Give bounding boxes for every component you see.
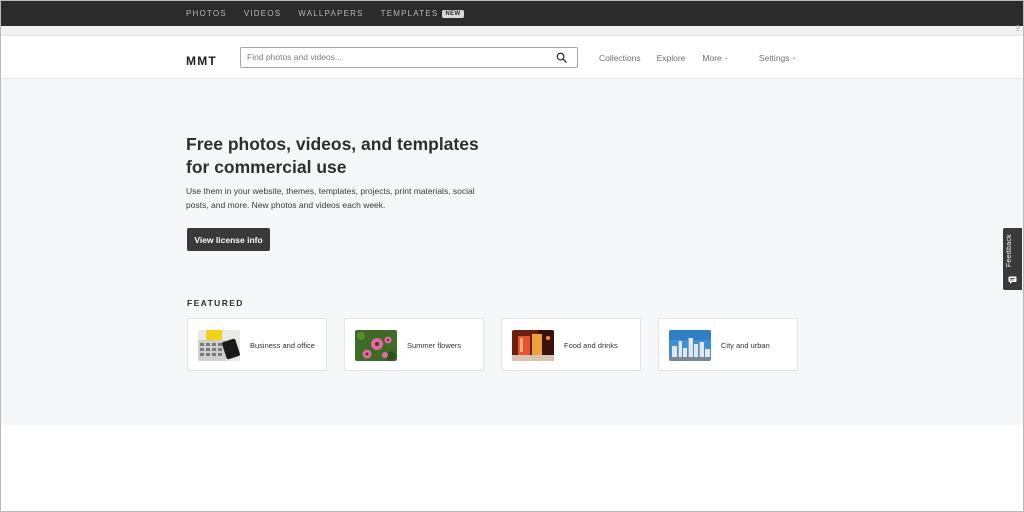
category-link-label: WALLPAPERS [298,9,364,18]
card-label: Summer flowers [407,341,462,350]
nav-label: Collections [599,53,641,63]
nav-collections[interactable]: Collections [599,53,641,63]
view-license-button[interactable]: View license info [187,228,270,251]
category-link-photos[interactable]: PHOTOS [186,9,227,18]
hero-section: Free photos, videos, and templates for c… [1,79,1023,425]
category-link-label: PHOTOS [186,9,227,18]
featured-heading: FEATURED [187,298,244,308]
nav-more[interactable]: More ⌄ [702,53,728,63]
nav-label: More [702,53,722,63]
new-badge: NEW [442,9,464,18]
card-label: Food and drinks [564,341,618,350]
nav-settings[interactable]: Settings ⌄ [759,53,797,63]
nav-label: Explore [656,53,686,63]
notice-strip: ? [1,24,1023,36]
browser-viewport: PHOTOS VIDEOS WALLPAPERS TEMPLATES NEW ? … [0,0,1024,512]
featured-card-city[interactable]: City and urban [658,318,798,371]
chevron-down-icon: ⌄ [723,54,729,61]
city-urban-thumbnail [669,330,711,361]
site-logo[interactable]: MMT [186,54,217,68]
food-drinks-thumbnail [512,330,554,361]
chevron-down-icon: ⌄ [791,54,797,61]
category-link-label: VIDEOS [243,9,282,18]
summer-flowers-thumbnail [355,330,397,361]
nav-label: Settings [758,53,790,63]
business-office-thumbnail [198,330,240,361]
feedback-tab[interactable]: Feedback [1003,228,1022,290]
featured-card-food[interactable]: Food and drinks [501,318,641,371]
site-header: MMT Collections Explore More ⌄ Settings … [1,36,1023,79]
search-box [240,47,578,68]
category-link-wallpapers[interactable]: WALLPAPERS [298,9,363,18]
hero-subtitle: Use them in your website, themes, templa… [186,186,475,210]
featured-card-business[interactable]: Business and office [187,318,327,371]
feedback-label: Feedback [1006,234,1013,268]
feedback-chat-icon [1008,276,1017,284]
strip-close-icon[interactable]: ? [1016,24,1020,33]
card-label: City and urban [721,341,770,350]
hero-title: Free photos, videos, and templates for c… [186,134,479,177]
category-bar: PHOTOS VIDEOS WALLPAPERS TEMPLATES NEW [1,1,1023,26]
category-link-label: TEMPLATES [380,9,439,18]
category-link-templates[interactable]: TEMPLATES NEW [381,9,464,18]
featured-cards: Business and office Summer flowers Food … [187,318,798,371]
category-link-videos[interactable]: VIDEOS [244,9,281,18]
nav-explore[interactable]: Explore [657,53,686,63]
category-links: PHOTOS VIDEOS WALLPAPERS TEMPLATES NEW [186,1,464,26]
search-icon[interactable] [556,52,567,63]
featured-card-flowers[interactable]: Summer flowers [344,318,484,371]
header-nav: Collections Explore More ⌄ Settings ⌄ [599,53,797,63]
search-input[interactable] [247,49,547,65]
card-label: Business and office [250,341,315,350]
